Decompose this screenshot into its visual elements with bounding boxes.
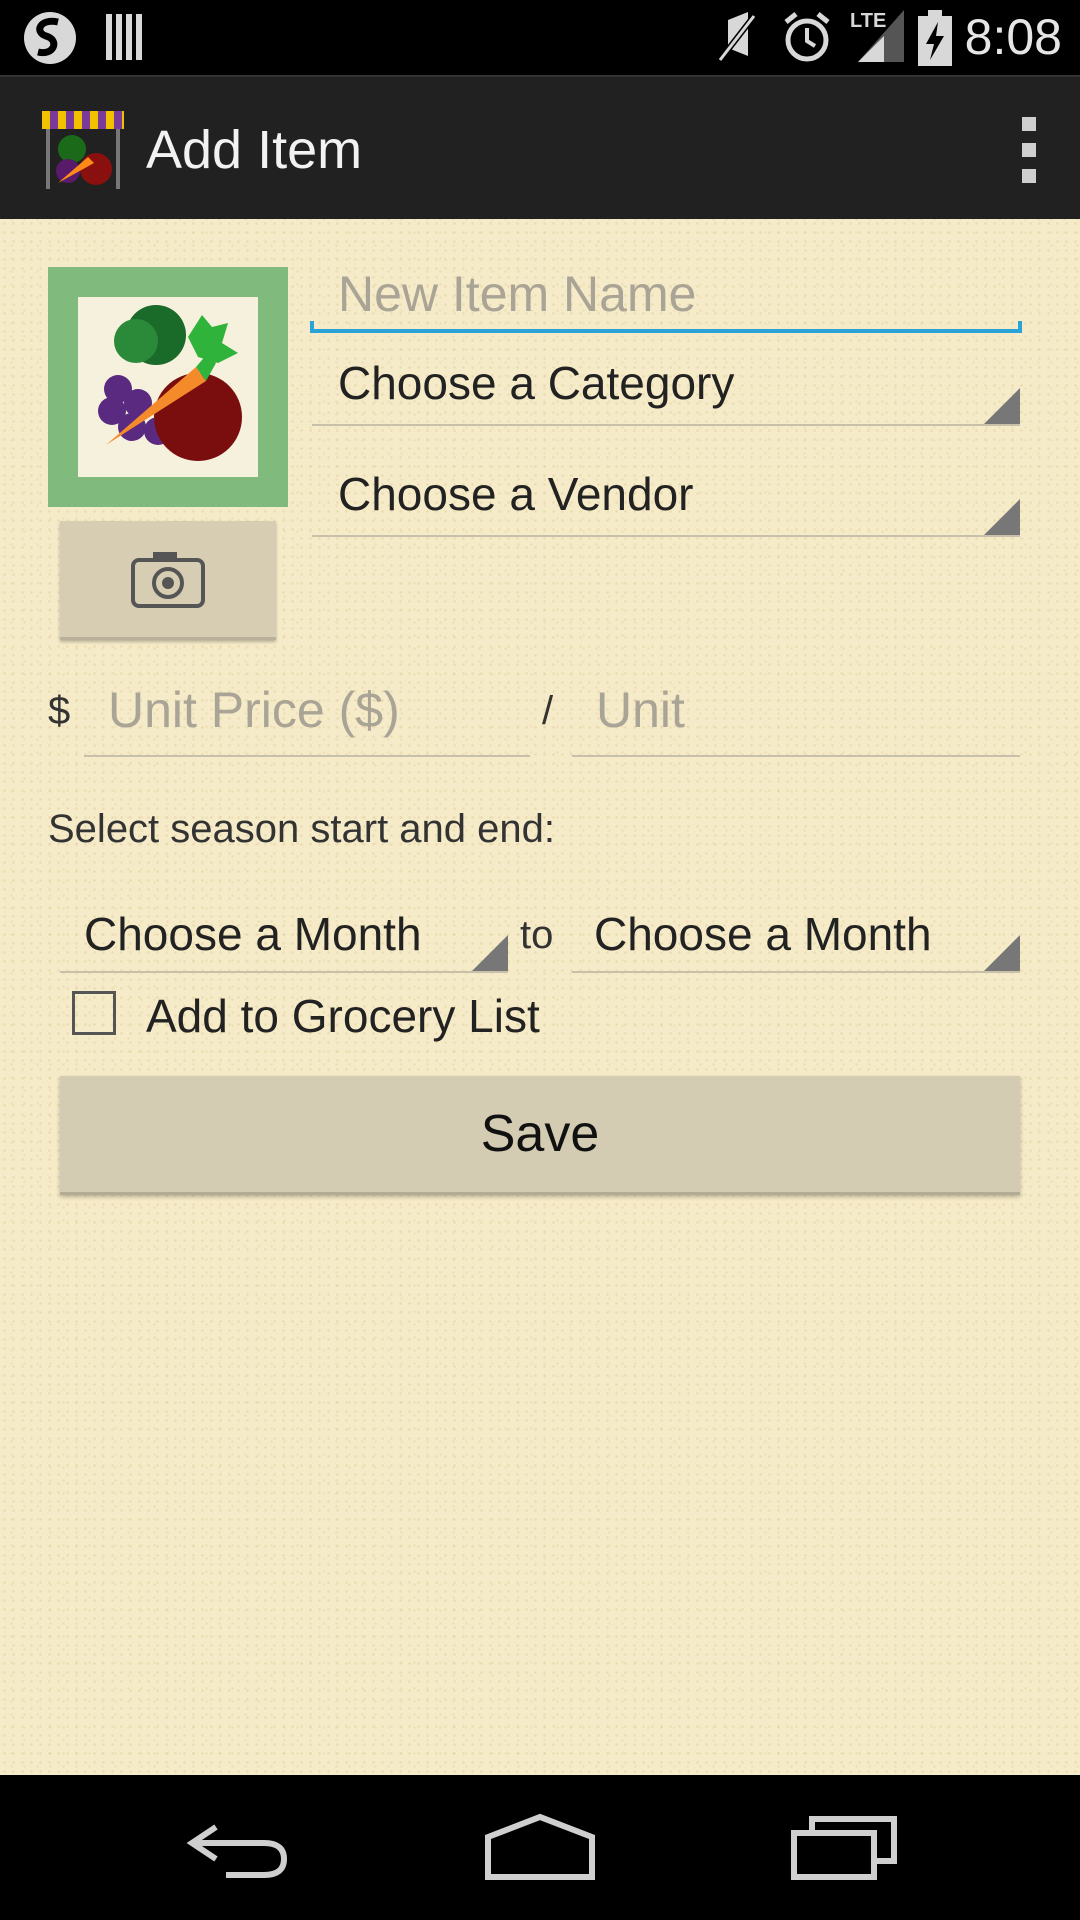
item-photo[interactable] — [48, 267, 288, 507]
spinner-arrow-icon — [984, 935, 1020, 971]
category-spinner[interactable]: Choose a Category — [312, 334, 1020, 426]
signal-icon — [858, 10, 904, 62]
barcode-icon — [106, 14, 142, 60]
status-bar: LTE 8:08 — [0, 0, 1080, 75]
season-label: Select season start and end: — [48, 807, 555, 851]
spinner-arrow-icon — [472, 935, 508, 971]
home-icon[interactable] — [484, 1813, 596, 1883]
unit-price-input[interactable]: Unit Price ($) — [84, 669, 530, 757]
vendor-spinner-label: Choose a Vendor — [338, 468, 694, 520]
item-name-input[interactable]: New Item Name — [310, 241, 1022, 333]
price-unit-separator: / — [542, 689, 554, 733]
save-button[interactable]: Save — [60, 1076, 1020, 1195]
currency-symbol: $ — [48, 689, 71, 733]
grocery-list-checkbox[interactable] — [72, 991, 116, 1035]
item-name-placeholder: New Item Name — [338, 266, 697, 322]
spinner-arrow-icon — [984, 499, 1020, 535]
page-title: Add Item — [146, 120, 363, 180]
camera-button[interactable] — [60, 521, 276, 640]
camera-icon — [131, 552, 205, 608]
mute-icon — [717, 12, 757, 62]
back-icon[interactable] — [186, 1813, 290, 1883]
vendor-spinner[interactable]: Choose a Vendor — [312, 445, 1020, 537]
navigation-bar — [0, 1775, 1080, 1920]
season-end-label: Choose a Month — [594, 908, 932, 960]
produce-image-icon — [98, 305, 242, 461]
overflow-menu-icon[interactable] — [1014, 117, 1044, 183]
recents-icon[interactable] — [790, 1813, 900, 1883]
unit-price-placeholder: Unit Price ($) — [108, 682, 400, 738]
alarm-icon — [784, 12, 830, 62]
status-time: 8:08 — [964, 9, 1062, 65]
battery-charging-icon — [918, 10, 952, 66]
season-start-spinner[interactable]: Choose a Month — [60, 883, 508, 973]
unit-placeholder: Unit — [596, 682, 685, 738]
spinner-arrow-icon — [984, 388, 1020, 424]
unit-input[interactable]: Unit — [572, 669, 1020, 757]
swype-icon — [24, 12, 76, 64]
market-stall-icon[interactable] — [40, 107, 126, 193]
action-bar: Add Item — [0, 75, 1080, 221]
season-start-label: Choose a Month — [84, 908, 422, 960]
category-spinner-label: Choose a Category — [338, 357, 735, 409]
grocery-list-label[interactable]: Add to Grocery List — [146, 989, 540, 1043]
season-end-spinner[interactable]: Choose a Month — [572, 883, 1020, 973]
add-item-form: New Item Name Choose a Category Choose a… — [0, 219, 1080, 1775]
season-to-label: to — [520, 913, 554, 957]
